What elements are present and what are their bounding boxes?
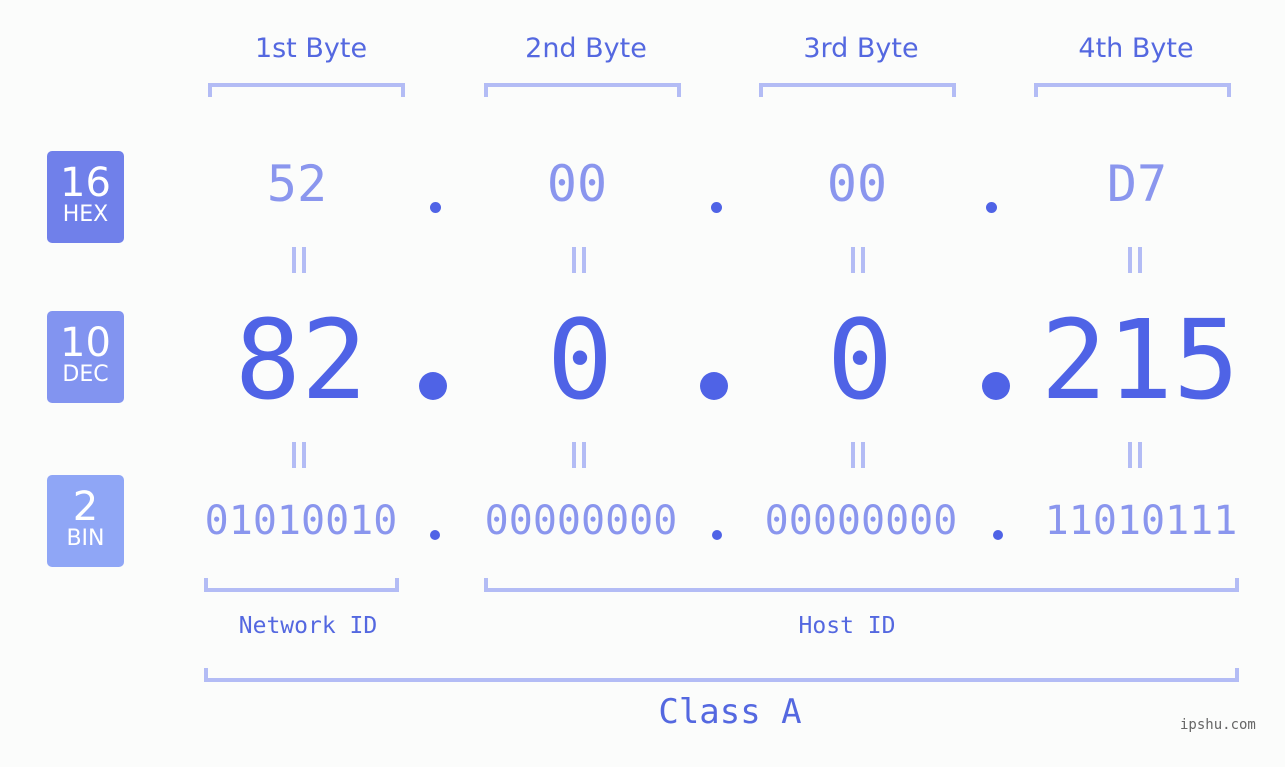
equals-mark	[1128, 442, 1142, 468]
byte-title-3: 3rd Byte	[803, 33, 919, 64]
hex-byte-2: 00	[546, 155, 608, 213]
byte-bracket-2	[484, 83, 681, 97]
hex-badge-label: HEX	[62, 202, 109, 227]
equals-mark	[1128, 247, 1142, 273]
hex-badge-number: 16	[60, 160, 111, 206]
byte-title-1: 1st Byte	[254, 33, 368, 64]
dec-byte-4: 215	[1040, 296, 1240, 424]
bin-badge-label: BIN	[66, 526, 105, 551]
equals-mark	[851, 442, 865, 468]
dec-dot	[982, 372, 1010, 400]
dec-byte-3: 0	[826, 296, 894, 424]
bin-dot	[430, 530, 440, 540]
bin-byte-3: 00000000	[764, 498, 958, 544]
host-id-label: Host ID	[798, 613, 896, 639]
dec-badge: 10 DEC	[47, 311, 124, 403]
hex-byte-3: 00	[826, 155, 888, 213]
byte-bracket-3	[759, 83, 956, 97]
host-id-bracket	[484, 578, 1239, 592]
class-label: Class A	[658, 692, 802, 732]
equals-mark	[572, 247, 586, 273]
byte-bracket-4	[1034, 83, 1231, 97]
bin-dot	[712, 530, 722, 540]
network-id-bracket	[204, 578, 399, 592]
equals-mark	[572, 442, 586, 468]
hex-dot	[430, 202, 441, 213]
byte-bracket-1	[208, 83, 405, 97]
hex-badge: 16 HEX	[47, 151, 124, 243]
class-bracket	[204, 668, 1239, 682]
equals-mark	[851, 247, 865, 273]
hex-dot	[986, 202, 997, 213]
hex-byte-1: 52	[266, 155, 328, 213]
hex-dot	[711, 202, 722, 213]
bin-byte-2: 00000000	[484, 498, 678, 544]
network-id-label: Network ID	[238, 613, 378, 639]
equals-mark	[292, 442, 306, 468]
byte-title-2: 2nd Byte	[525, 33, 647, 64]
dec-badge-number: 10	[60, 320, 111, 366]
bin-badge-number: 2	[72, 484, 99, 530]
bin-byte-1: 01010010	[204, 498, 398, 544]
hex-byte-4: D7	[1106, 155, 1168, 213]
dec-dot	[419, 372, 447, 400]
bin-dot	[993, 530, 1003, 540]
dec-byte-1: 82	[234, 296, 368, 424]
bin-badge: 2 BIN	[47, 475, 124, 567]
bin-byte-4: 11010111	[1044, 498, 1238, 544]
dec-dot	[700, 372, 728, 400]
equals-mark	[292, 247, 306, 273]
byte-title-4: 4th Byte	[1078, 33, 1194, 64]
dec-badge-label: DEC	[62, 362, 109, 387]
brand-watermark: ipshu.com	[1180, 717, 1256, 733]
dec-byte-2: 0	[546, 296, 614, 424]
